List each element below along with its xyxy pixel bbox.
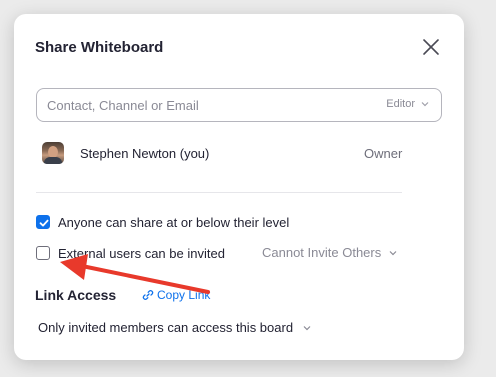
link-access-dropdown[interactable]: Only invited members can access this boa…: [38, 320, 311, 335]
member-name: Stephen Newton (you): [80, 146, 210, 161]
chevron-down-icon: [421, 102, 429, 107]
role-dropdown-label: Editor: [386, 98, 415, 110]
link-access-value: Only invited members can access this boa…: [38, 320, 294, 335]
link-icon: [142, 290, 154, 300]
anyone-can-share-label: Anyone can share at or below their level: [58, 214, 290, 230]
invite-field: Editor: [36, 88, 442, 122]
avatar: [42, 142, 64, 164]
close-button[interactable]: [420, 36, 442, 58]
divider: [36, 192, 402, 193]
invite-permission-label: Cannot Invite Others: [262, 245, 382, 260]
role-dropdown[interactable]: Editor: [386, 98, 429, 110]
link-access-heading: Link Access: [35, 287, 117, 303]
check-icon: [39, 219, 49, 227]
copy-link-button[interactable]: Copy Link: [142, 288, 210, 302]
external-users-checkbox[interactable]: [36, 246, 50, 260]
chevron-down-icon: [303, 325, 311, 330]
chevron-down-icon: [389, 250, 397, 255]
member-role: Owner: [364, 146, 403, 161]
close-icon: [423, 39, 439, 55]
copy-link-label: Copy Link: [157, 288, 211, 302]
external-users-label: External users can be invited: [58, 245, 225, 261]
contact-search-input[interactable]: [47, 95, 347, 115]
member-row: Stephen Newton (you) Owner: [42, 142, 442, 166]
anyone-can-share-checkbox[interactable]: [36, 215, 50, 229]
external-users-option: External users can be invited: [36, 244, 225, 262]
anyone-can-share-option: Anyone can share at or below their level: [36, 213, 289, 231]
screen: Share Whiteboard Editor Stephen Newton (…: [0, 0, 496, 377]
invite-permission-dropdown[interactable]: Cannot Invite Others: [262, 245, 397, 260]
share-whiteboard-dialog: Share Whiteboard Editor Stephen Newton (…: [14, 14, 464, 360]
dialog-title: Share Whiteboard: [35, 39, 164, 56]
